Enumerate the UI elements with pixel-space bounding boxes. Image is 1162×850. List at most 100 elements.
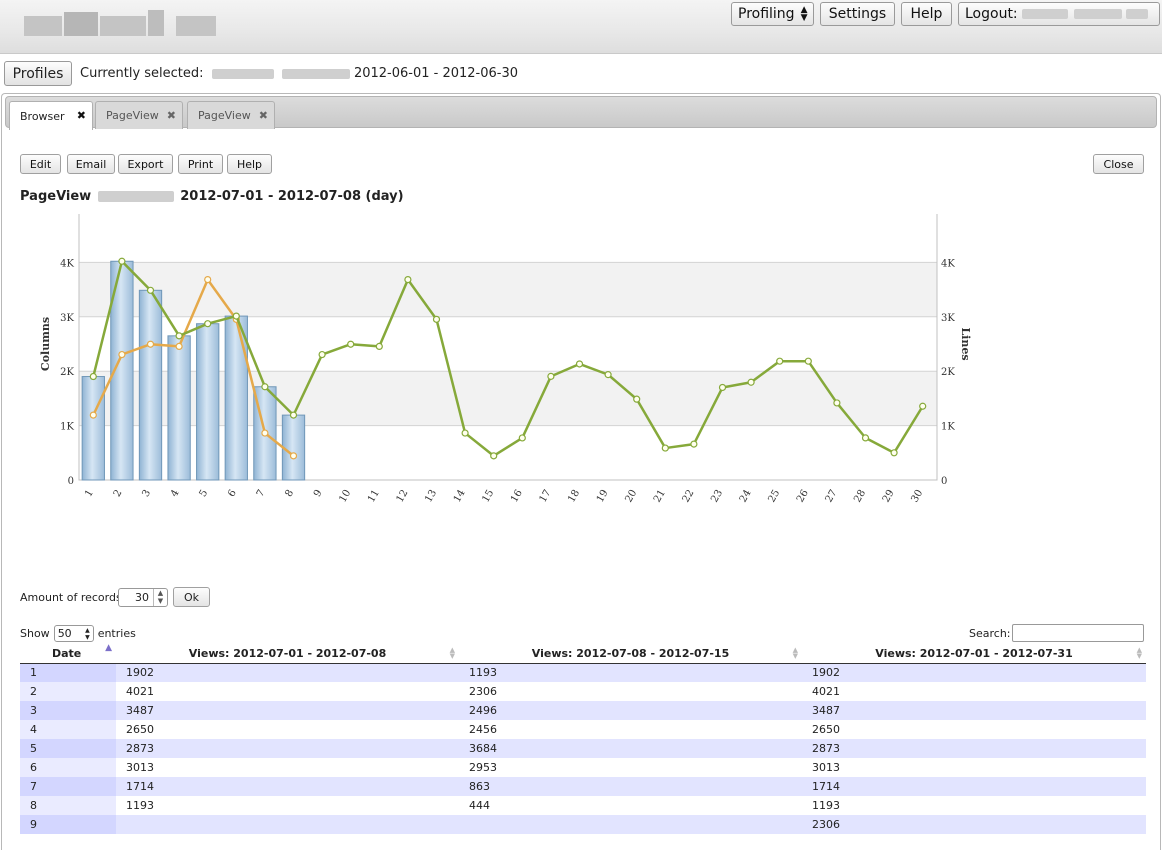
data-point[interactable] xyxy=(604,371,612,379)
data-point[interactable] xyxy=(318,350,326,359)
bar[interactable] xyxy=(224,315,248,481)
sort-icon: ▲ ▼ xyxy=(449,646,455,660)
table-row[interactable]: 3 3487 2496 3487 xyxy=(20,701,1146,720)
table-row[interactable]: 8 1193 444 1193 xyxy=(20,796,1146,815)
updown-arrows-icon: ▲ ▼ xyxy=(85,627,90,641)
data-point[interactable] xyxy=(146,286,155,294)
data-point[interactable] xyxy=(547,372,555,380)
email-label: Email xyxy=(75,157,107,171)
data-point[interactable] xyxy=(690,440,698,448)
data-point[interactable] xyxy=(776,357,784,365)
profiles-button[interactable]: Profiles xyxy=(4,61,72,86)
data-point[interactable] xyxy=(833,399,841,407)
x-tick-label: 2 xyxy=(112,488,125,499)
table-cell: 2306 xyxy=(802,815,1146,834)
table-cell: 2456 xyxy=(459,720,802,739)
x-tick-label: 17 xyxy=(538,488,554,505)
data-point[interactable] xyxy=(289,411,298,419)
data-point[interactable] xyxy=(118,257,126,265)
table-row[interactable]: 1 1902 1193 1902 xyxy=(20,663,1146,682)
table-row[interactable]: 2 4021 2306 4021 xyxy=(20,682,1146,701)
settings-button[interactable]: Settings xyxy=(820,2,895,26)
data-point[interactable] xyxy=(575,360,584,368)
data-point[interactable] xyxy=(718,383,727,392)
data-point[interactable] xyxy=(204,275,212,284)
logout-label: Logout: xyxy=(965,6,1018,22)
entries-select[interactable]: 50 ▲ ▼ xyxy=(53,625,94,642)
profiling-select[interactable]: Profiling ▲ ▼ xyxy=(731,2,814,26)
data-point[interactable] xyxy=(204,320,212,328)
bar[interactable] xyxy=(81,376,105,481)
logout-button[interactable]: Logout: xyxy=(958,2,1160,26)
data-point[interactable] xyxy=(919,402,927,410)
data-point[interactable] xyxy=(289,452,298,460)
data-point[interactable] xyxy=(518,434,526,442)
tab-pageview-2[interactable]: PageView ✖ xyxy=(187,101,275,129)
column-header-views-1[interactable]: Views: 2012-07-01 - 2012-07-08 ▲ ▼ xyxy=(116,644,459,664)
data-point[interactable] xyxy=(461,429,469,437)
settings-label: Settings xyxy=(828,6,887,22)
search-input[interactable] xyxy=(1012,624,1144,642)
table-header-row: Date ▲ Views: 2012-07-01 - 2012-07-08 ▲ ▼ V… xyxy=(20,644,1146,664)
bar[interactable] xyxy=(281,414,306,481)
x-tick-label: 18 xyxy=(566,488,582,505)
bar[interactable] xyxy=(196,323,220,481)
records-stepper-icon[interactable]: ▲ ▼ xyxy=(153,589,167,606)
bar[interactable] xyxy=(138,289,163,481)
table-row[interactable]: 6 3013 2953 3013 xyxy=(20,758,1146,777)
data-point[interactable] xyxy=(633,395,641,403)
table-row[interactable]: 4 2650 2456 2650 xyxy=(20,720,1146,739)
column-header-date[interactable]: Date ▲ xyxy=(20,644,116,664)
data-point[interactable] xyxy=(747,378,755,386)
table-cell: 3013 xyxy=(116,758,459,777)
close-tab-icon[interactable]: ✖ xyxy=(259,109,268,122)
table-row[interactable]: 5 2873 3684 2873 xyxy=(20,739,1146,758)
close-button[interactable]: Close xyxy=(1093,154,1144,174)
data-point[interactable] xyxy=(175,332,183,340)
data-point[interactable] xyxy=(89,411,97,419)
data-point[interactable] xyxy=(261,429,269,437)
export-label: Export xyxy=(127,157,164,171)
tab-browser[interactable]: Browser ✖ xyxy=(9,101,93,130)
x-tick-label: 16 xyxy=(509,488,525,505)
y-tick-label-left: 4K xyxy=(60,258,74,269)
data-point[interactable] xyxy=(890,449,898,457)
edit-button[interactable]: Edit xyxy=(20,154,61,174)
pageview-chart: 001K1K2K2K3K3K4K4K5K5KColumnsLines123456… xyxy=(39,214,972,505)
table-row[interactable]: 7 1714 863 1714 xyxy=(20,777,1146,796)
data-point[interactable] xyxy=(232,312,240,320)
data-point[interactable] xyxy=(347,340,355,348)
report-title: PageView 2012-07-01 - 2012-07-08 (day) xyxy=(20,189,404,204)
data-point[interactable] xyxy=(661,444,669,452)
data-point[interactable] xyxy=(404,275,412,284)
top-header: Profiling ▲ ▼ Settings Help Logout: xyxy=(0,0,1162,54)
data-point[interactable] xyxy=(432,315,441,323)
column-header-views-3[interactable]: Views: 2012-07-01 - 2012-07-31 ▲ ▼ xyxy=(802,644,1146,664)
help-button[interactable]: Help xyxy=(901,2,952,26)
x-tick-label: 26 xyxy=(795,488,811,505)
close-tab-icon[interactable]: ✖ xyxy=(77,109,86,122)
data-point[interactable] xyxy=(804,357,812,365)
data-point[interactable] xyxy=(175,342,183,350)
tab-pageview-2-label: PageView xyxy=(198,109,251,122)
close-tab-icon[interactable]: ✖ xyxy=(167,109,176,122)
print-button[interactable]: Print xyxy=(178,154,223,174)
data-point[interactable] xyxy=(89,372,97,381)
tab-pageview-1[interactable]: PageView ✖ xyxy=(95,101,183,129)
data-point[interactable] xyxy=(490,452,498,460)
data-point[interactable] xyxy=(375,342,383,350)
ok-button[interactable]: Ok xyxy=(173,587,210,607)
table-cell: 8 xyxy=(20,796,116,815)
column-header-views-2[interactable]: Views: 2012-07-08 - 2012-07-15 ▲ ▼ xyxy=(459,644,802,664)
data-point[interactable] xyxy=(146,340,155,348)
table-row[interactable]: 9 2306 xyxy=(20,815,1146,834)
email-button[interactable]: Email xyxy=(67,154,115,174)
bar[interactable] xyxy=(167,335,191,481)
data-point[interactable] xyxy=(861,434,870,442)
data-point[interactable] xyxy=(118,350,126,359)
table-cell: 4021 xyxy=(802,682,1146,701)
help-small-button[interactable]: Help xyxy=(227,154,272,174)
x-tick-label: 19 xyxy=(595,488,611,505)
export-button[interactable]: Export xyxy=(118,154,173,174)
data-point[interactable] xyxy=(261,383,269,391)
